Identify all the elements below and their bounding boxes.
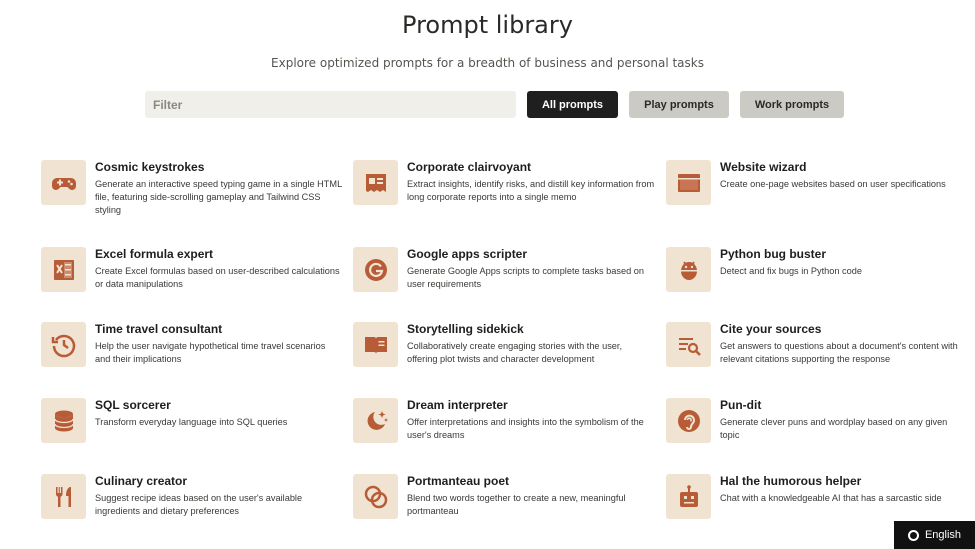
prompt-card-python-bug-buster[interactable]: Python bug buster Detect and fix bugs in… <box>666 247 956 307</box>
prompt-title: Website wizard <box>720 160 807 174</box>
prompt-description: Generate Google Apps scripts to complete… <box>407 266 644 289</box>
prompt-card-storytelling-sidekick[interactable]: Storytelling sidekick Collaboratively cr… <box>353 322 643 382</box>
prompt-title: Corporate clairvoyant <box>407 160 532 174</box>
google-g-icon <box>353 247 398 292</box>
language-label: English <box>924 529 962 541</box>
prompt-card-cosmic-keystrokes[interactable]: Cosmic keystrokes Generate an interactiv… <box>41 160 342 220</box>
prompt-description: Blend two words together to create a new… <box>407 493 626 516</box>
prompt-description: Extract insights, identify risks, and di… <box>407 179 655 202</box>
prompt-card-dream-interpreter[interactable]: Dream interpreter Offer interpretations … <box>353 398 644 458</box>
prompt-title: Hal the humorous helper <box>720 474 862 488</box>
ear-icon <box>666 398 711 443</box>
prompt-card-time-travel-consultant[interactable]: Time travel consultant Help the user nav… <box>41 322 331 382</box>
prompt-description: Create Excel formulas based on user-desc… <box>95 266 340 289</box>
prompt-description: Suggest recipe ideas based on the user's… <box>95 493 303 516</box>
prompt-card-excel-formula-expert[interactable]: Excel formula expert Create Excel formul… <box>41 247 340 307</box>
prompt-description: Detect and fix bugs in Python code <box>720 266 862 276</box>
prompt-title: SQL sorcerer <box>95 398 171 412</box>
prompt-description: Transform everyday language into SQL que… <box>95 417 288 427</box>
robot-icon <box>666 474 711 519</box>
prompt-title: Portmanteau poet <box>407 474 510 488</box>
report-icon <box>353 160 398 205</box>
prompt-description: Collaboratively create engaging stories … <box>407 341 623 364</box>
prompt-description: Help the user navigate hypothetical time… <box>95 341 326 364</box>
document-search-icon <box>666 322 711 367</box>
spreadsheet-icon <box>41 247 86 292</box>
clock-rewind-icon <box>41 322 86 367</box>
prompt-card-website-wizard[interactable]: Website wizard Create one-page websites … <box>666 160 956 220</box>
prompt-title: Pun-dit <box>720 398 762 412</box>
prompt-title: Cosmic keystrokes <box>95 160 205 174</box>
language-selector-button[interactable]: English <box>894 521 975 549</box>
prompt-card-pun-dit[interactable]: Pun-dit Generate clever puns and wordpla… <box>666 398 956 458</box>
prompt-grid: Cosmic keystrokes Generate an interactiv… <box>0 0 975 549</box>
prompt-description: Create one-page websites based on user s… <box>720 179 946 189</box>
prompt-card-google-apps-scripter[interactable]: Google apps scripter Generate Google App… <box>353 247 644 307</box>
prompt-card-portmanteau-poet[interactable]: Portmanteau poet Blend two words togethe… <box>353 474 643 534</box>
prompt-description: Chat with a knowledgeable AI that has a … <box>720 493 942 503</box>
fork-knife-icon <box>41 474 86 519</box>
prompt-card-cite-your-sources[interactable]: Cite your sources Get answers to questio… <box>666 322 958 382</box>
overlapping-circles-icon <box>353 474 398 519</box>
prompt-title: Excel formula expert <box>95 247 214 261</box>
prompt-description: Get answers to questions about a documen… <box>720 341 958 364</box>
prompt-card-corporate-clairvoyant[interactable]: Corporate clairvoyant Extract insights, … <box>353 160 654 220</box>
browser-window-icon <box>666 160 711 205</box>
gamepad-icon <box>41 160 86 205</box>
prompt-title: Time travel consultant <box>95 322 223 336</box>
prompt-title: Storytelling sidekick <box>407 322 524 336</box>
prompt-title: Python bug buster <box>720 247 826 261</box>
prompt-title: Google apps scripter <box>407 247 528 261</box>
database-icon <box>41 398 86 443</box>
prompt-description: Offer interpretations and insights into … <box>407 417 644 440</box>
moon-stars-icon <box>353 398 398 443</box>
prompt-title: Dream interpreter <box>407 398 508 412</box>
bug-icon <box>666 247 711 292</box>
prompt-card-culinary-creator[interactable]: Culinary creator Suggest recipe ideas ba… <box>41 474 331 534</box>
open-book-icon <box>353 322 398 367</box>
globe-icon <box>907 529 919 541</box>
prompt-description: Generate an interactive speed typing gam… <box>95 179 342 215</box>
prompt-card-sql-sorcerer[interactable]: SQL sorcerer Transform everyday language… <box>41 398 331 458</box>
prompt-title: Culinary creator <box>95 474 188 488</box>
prompt-title: Cite your sources <box>720 322 822 336</box>
prompt-description: Generate clever puns and wordplay based … <box>720 417 948 440</box>
